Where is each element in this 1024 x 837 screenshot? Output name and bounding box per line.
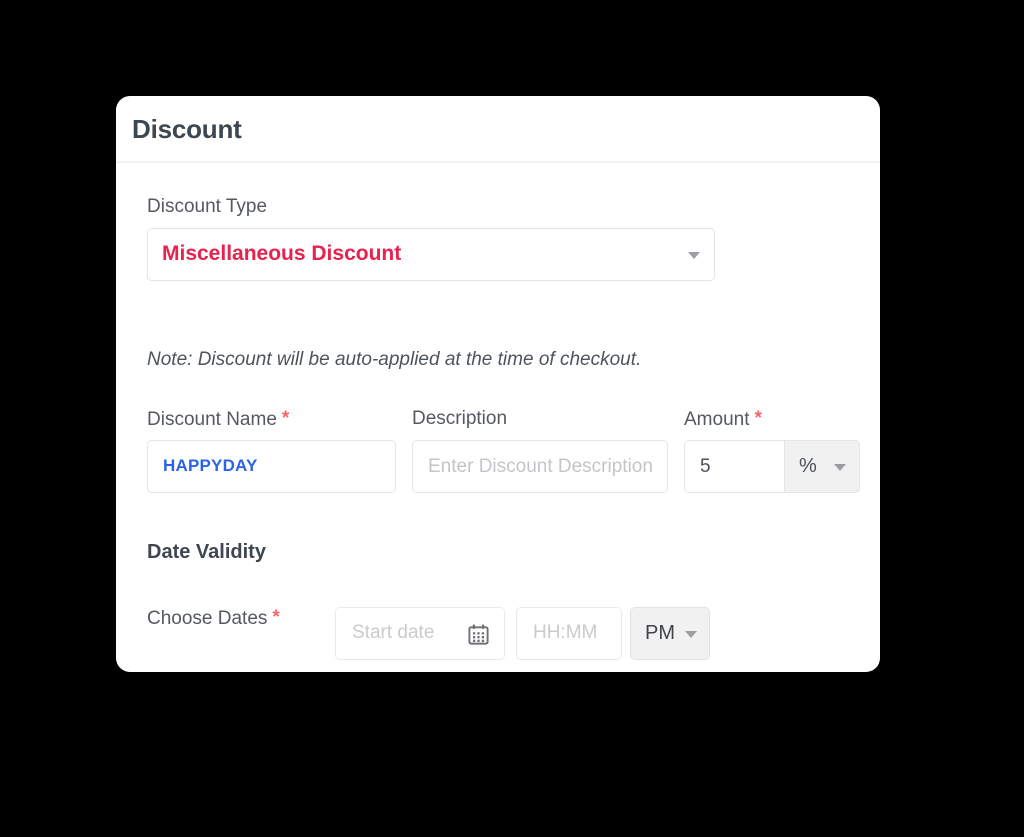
choose-dates-label-text: Choose Dates <box>147 608 268 629</box>
required-asterisk: * <box>754 408 762 429</box>
amount-unit-select[interactable]: % <box>784 440 860 493</box>
description-placeholder: Enter Discount Description <box>428 456 653 477</box>
start-date-input[interactable]: Start date <box>335 607 505 660</box>
chevron-down-icon <box>834 464 846 471</box>
amount-label: Amount * <box>684 408 762 431</box>
discount-name-value: HAPPYDAY <box>163 456 258 475</box>
amount-value: 5 <box>700 456 711 477</box>
discount-name-input[interactable]: HAPPYDAY <box>147 440 396 493</box>
card-header: Discount <box>116 96 880 163</box>
discount-name-label: Discount Name * <box>147 408 289 431</box>
choose-dates-label: Choose Dates * <box>147 607 280 630</box>
amount-input[interactable]: 5 <box>684 440 784 493</box>
discount-type-selected-value: Miscellaneous Discount <box>162 242 402 265</box>
chevron-down-icon <box>688 252 700 259</box>
description-label: Description <box>412 408 508 429</box>
card-body: Discount Type Miscellaneous Discount Not… <box>116 163 880 672</box>
chevron-down-icon <box>685 631 697 638</box>
discount-card: Discount Discount Type Miscellaneous Dis… <box>116 96 880 672</box>
start-time-placeholder: HH:MM <box>533 622 598 643</box>
amount-label-text: Amount <box>684 409 750 430</box>
date-validity-title: Date Validity <box>147 541 266 563</box>
discount-name-label-text: Discount Name <box>147 409 277 430</box>
start-time-input[interactable]: HH:MM <box>516 607 622 660</box>
start-meridiem-value: PM <box>645 622 675 644</box>
required-asterisk: * <box>281 408 290 429</box>
start-meridiem-select[interactable]: PM <box>630 607 710 660</box>
description-input[interactable]: Enter Discount Description <box>412 440 668 493</box>
required-asterisk: * <box>272 607 280 628</box>
amount-unit-value: % <box>799 455 817 477</box>
page-title: Discount <box>132 114 242 144</box>
start-date-placeholder: Start date <box>352 622 435 643</box>
calendar-icon[interactable] <box>467 623 490 646</box>
discount-type-select[interactable]: Miscellaneous Discount <box>147 228 715 281</box>
amount-group: 5 % <box>684 440 860 493</box>
discount-note: Note: Discount will be auto-applied at t… <box>147 349 642 370</box>
discount-type-label: Discount Type <box>147 196 268 217</box>
